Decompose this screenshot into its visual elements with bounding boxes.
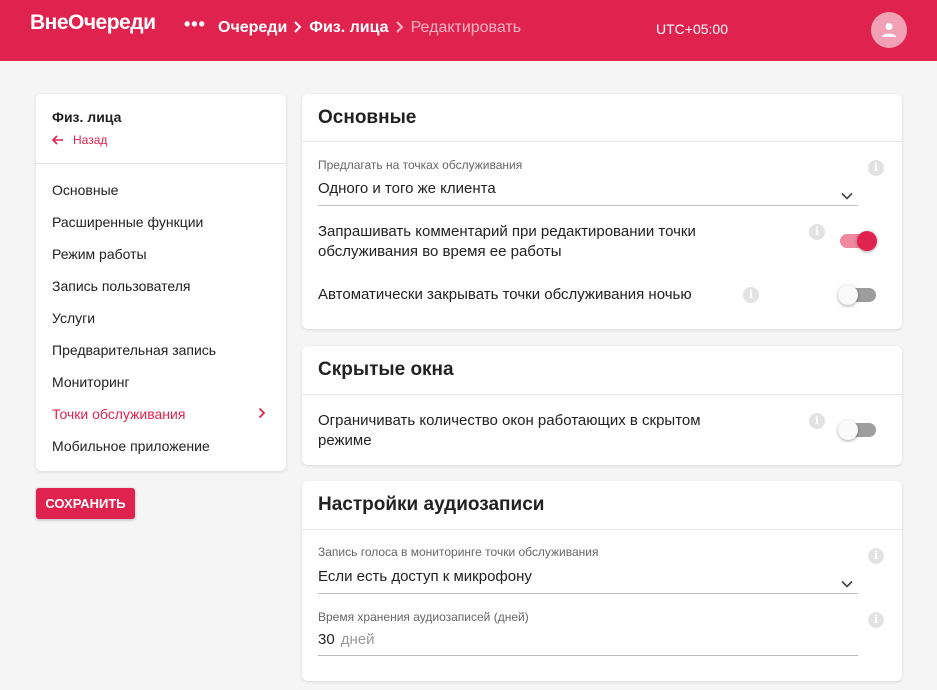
back-label: Назад bbox=[73, 133, 108, 147]
toggle-knob bbox=[857, 231, 877, 251]
offer-select[interactable]: Одного и того же клиента bbox=[318, 180, 496, 197]
sidebar-item-label: Запись пользователя bbox=[52, 278, 191, 294]
voice-record-label: Запись голоса в мониторинге точки обслуж… bbox=[318, 545, 599, 559]
voice-record-select[interactable]: Если есть доступ к микрофону bbox=[318, 568, 532, 585]
info-icon[interactable]: i bbox=[809, 224, 825, 240]
person-icon bbox=[882, 23, 896, 37]
arrow-left-icon bbox=[52, 135, 63, 145]
retention-label: Время хранения аудиозаписей (дней) bbox=[318, 610, 529, 624]
limit-hidden-toggle[interactable] bbox=[838, 420, 876, 440]
save-button[interactable]: СОХРАНИТЬ bbox=[36, 488, 135, 519]
ask-comment-label: Запрашивать комментарий при редактирован… bbox=[318, 223, 696, 260]
sidebar-item-label: Предварительная запись bbox=[52, 342, 217, 358]
sidebar-item-services[interactable]: Услуги bbox=[36, 302, 286, 334]
info-icon[interactable]: i bbox=[743, 287, 759, 303]
select-underline bbox=[318, 593, 858, 594]
breadcrumb-individuals[interactable]: Физ. лица bbox=[309, 19, 388, 37]
sidebar-item-label: Основные bbox=[52, 182, 119, 198]
more-menu-icon[interactable]: ••• bbox=[184, 14, 206, 35]
card-title: Основные bbox=[318, 107, 417, 128]
hidden-windows-card: Скрытые окна Ограничивать количество око… bbox=[302, 346, 902, 465]
toggle-knob bbox=[838, 285, 858, 305]
info-icon[interactable]: i bbox=[868, 612, 884, 628]
chevron-right-icon bbox=[258, 398, 266, 430]
back-link[interactable]: Назад bbox=[52, 133, 107, 147]
sidebar-item-advanced[interactable]: Расширенные функции bbox=[36, 206, 286, 238]
timezone-label[interactable]: UTC+05:00 bbox=[656, 21, 728, 37]
basic-settings-card: Основные Предлагать на точках обслуживан… bbox=[302, 94, 902, 329]
sidebar-title: Физ. лица bbox=[52, 109, 122, 125]
audio-settings-card: Настройки аудиозаписи Запись голоса в мо… bbox=[302, 481, 902, 681]
info-icon[interactable]: i bbox=[868, 160, 884, 176]
chevron-down-icon[interactable] bbox=[840, 191, 854, 201]
settings-sidebar: Физ. лица Назад Основные Расширенные фун… bbox=[36, 94, 286, 471]
info-icon[interactable]: i bbox=[809, 413, 825, 429]
chevron-down-icon[interactable] bbox=[840, 579, 854, 589]
sidebar-item-label: Точки обслуживания bbox=[52, 406, 186, 422]
sidebar-item-user-booking[interactable]: Запись пользователя bbox=[36, 270, 286, 302]
sidebar-item-label: Мониторинг bbox=[52, 374, 130, 390]
sidebar-item-label: Услуги bbox=[52, 310, 96, 326]
sidebar-item-basic[interactable]: Основные bbox=[36, 174, 286, 206]
chevron-right-icon bbox=[287, 19, 309, 37]
chevron-right-icon bbox=[389, 19, 411, 37]
auto-close-label: Автоматически закрывать точки обслуживан… bbox=[318, 286, 692, 303]
sidebar-item-monitoring[interactable]: Мониторинг bbox=[36, 366, 286, 398]
divider bbox=[302, 394, 902, 395]
card-title: Скрытые окна bbox=[318, 359, 454, 380]
sidebar-item-label: Режим работы bbox=[52, 246, 147, 262]
breadcrumb: Очереди Физ. лица Редактировать bbox=[218, 19, 521, 37]
divider bbox=[302, 529, 902, 530]
offer-label: Предлагать на точках обслуживания bbox=[318, 158, 523, 172]
limit-hidden-label: Ограничивать количество окон работающих … bbox=[318, 412, 701, 449]
sidebar-item-work-mode[interactable]: Режим работы bbox=[36, 238, 286, 270]
toggle-knob bbox=[838, 420, 858, 440]
sidebar-nav: Основные Расширенные функции Режим работ… bbox=[36, 174, 286, 462]
sidebar-item-pre-booking[interactable]: Предварительная запись bbox=[36, 334, 286, 366]
top-bar: ВнеОчереди ••• Очереди Физ. лица Редакти… bbox=[0, 0, 937, 61]
retention-input[interactable]: 30 дней bbox=[318, 631, 374, 648]
app-logo[interactable]: ВнеОчереди bbox=[30, 11, 156, 35]
user-avatar[interactable] bbox=[871, 12, 907, 48]
select-underline bbox=[318, 205, 858, 206]
sidebar-item-label: Расширенные функции bbox=[52, 214, 204, 230]
retention-value: 30 bbox=[318, 631, 335, 648]
auto-close-toggle[interactable] bbox=[838, 285, 876, 305]
divider bbox=[36, 163, 286, 164]
breadcrumb-edit: Редактировать bbox=[410, 19, 522, 36]
sidebar-item-label: Мобильное приложение bbox=[52, 438, 210, 454]
ask-comment-toggle[interactable] bbox=[840, 231, 877, 251]
info-icon[interactable]: i bbox=[868, 548, 884, 564]
divider bbox=[302, 141, 902, 142]
input-underline bbox=[318, 655, 858, 656]
card-title: Настройки аудиозаписи bbox=[318, 494, 545, 515]
sidebar-item-mobile-app[interactable]: Мобильное приложение bbox=[36, 430, 286, 462]
sidebar-item-service-points[interactable]: Точки обслуживания bbox=[36, 398, 286, 430]
retention-unit: дней bbox=[340, 631, 375, 648]
breadcrumb-queues[interactable]: Очереди bbox=[218, 19, 287, 37]
